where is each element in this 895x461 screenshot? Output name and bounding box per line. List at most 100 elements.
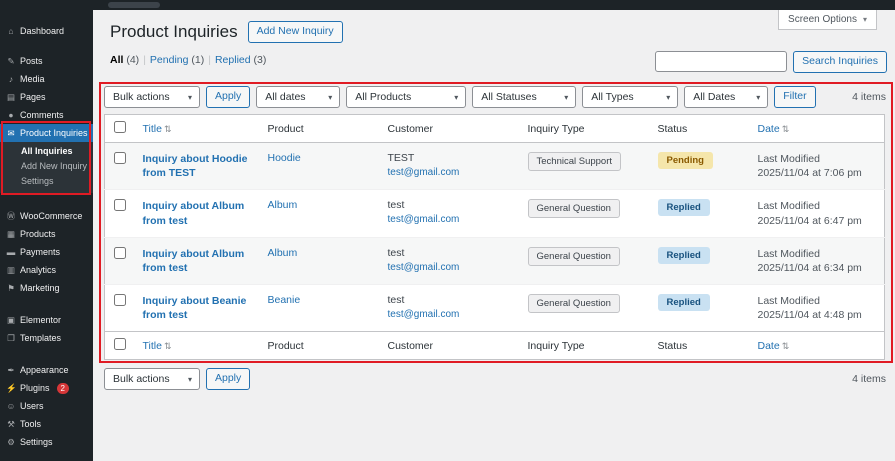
- sidebar-item-payments[interactable]: ▬ Payments: [0, 243, 93, 261]
- search-inquiries-button[interactable]: Search Inquiries: [793, 51, 887, 73]
- customer-name: test: [387, 246, 405, 259]
- sidebar-item-settings[interactable]: ⚙ Settings: [0, 433, 93, 451]
- apply-button-bottom[interactable]: Apply: [206, 368, 251, 390]
- payments-icon: ▬: [6, 247, 16, 257]
- sidebar-item-media[interactable]: ♪ Media: [0, 70, 93, 88]
- chevron-down-icon: ▾: [756, 92, 761, 102]
- row-checkbox[interactable]: [114, 294, 126, 307]
- marketing-icon: ⚑: [7, 282, 15, 293]
- status-badge: Replied: [657, 199, 710, 217]
- all-dates-2-select[interactable]: All Dates ▾: [684, 86, 769, 108]
- product-link[interactable]: Hoodie: [268, 152, 301, 164]
- sidebar-item-label: Marketing: [20, 283, 60, 293]
- product-link[interactable]: Album: [268, 247, 298, 259]
- sidebar-item-label: Plugins: [20, 383, 50, 393]
- bulk-actions-select-bottom[interactable]: Bulk actions ▾: [104, 368, 200, 390]
- inquiry-title-link[interactable]: Inquiry about Album from test: [143, 199, 252, 227]
- inquiry-title-link[interactable]: Inquiry about Beanie from test: [143, 294, 252, 322]
- dashboard-icon: ⌂: [8, 26, 14, 36]
- row-checkbox[interactable]: [114, 199, 126, 212]
- filter-button[interactable]: Filter: [774, 86, 816, 108]
- all-dates-select[interactable]: All dates ▾: [256, 86, 341, 108]
- product-link[interactable]: Album: [268, 199, 298, 211]
- search-input[interactable]: [655, 51, 788, 73]
- analytics-icon: ▥: [6, 264, 16, 275]
- sidebar-item-posts[interactable]: ✎ Posts: [0, 52, 93, 70]
- woocommerce-icon: Ⓦ: [6, 211, 16, 221]
- date-modified-label: Last Modified: [757, 153, 820, 165]
- sidebar-item-woocommerce[interactable]: Ⓦ WooCommerce: [0, 207, 93, 225]
- apply-button[interactable]: Apply: [206, 86, 251, 108]
- sidebar-item-analytics[interactable]: ▥ Analytics: [0, 261, 93, 279]
- column-header-title[interactable]: Title ⇅: [134, 114, 260, 143]
- sidebar-item-pages[interactable]: ▤ Pages: [0, 88, 93, 106]
- all-products-select[interactable]: All Products ▾: [346, 86, 467, 108]
- users-icon: ☺: [6, 401, 16, 411]
- customer-email-link[interactable]: test@gmail.com: [388, 262, 460, 273]
- sidebar-item-label: Product Inquiries: [20, 128, 88, 138]
- sidebar-item-label: Posts: [20, 56, 43, 66]
- table-footer-row: Title ⇅ Product Customer Inquiry Type Sta…: [104, 331, 885, 360]
- column-header-inquiry-type: Inquiry Type: [519, 114, 650, 143]
- customer-email-link[interactable]: test@gmail.com: [388, 214, 460, 225]
- sidebar-item-templates[interactable]: ❐ Templates: [0, 329, 93, 347]
- sidebar-item-marketing[interactable]: ⚑ Marketing: [0, 279, 93, 297]
- media-icon: ♪: [8, 74, 14, 84]
- view-count: (3): [253, 54, 267, 66]
- select-value: Bulk actions: [113, 91, 170, 103]
- sidebar-item-products[interactable]: ▦ Products: [0, 225, 93, 243]
- all-statuses-select[interactable]: All Statuses ▾: [472, 86, 577, 108]
- sidebar-item-comments[interactable]: ● Comments: [0, 106, 93, 124]
- admin-bar: [0, 0, 895, 10]
- sidebar-item-dashboard[interactable]: ⌂ Dashboard: [0, 22, 93, 40]
- sidebar-item-tools[interactable]: ⚒ Tools: [0, 415, 93, 433]
- all-types-select[interactable]: All Types ▾: [582, 86, 679, 108]
- inquiry-title-link[interactable]: Inquiry about Hoodie from TEST: [143, 152, 252, 180]
- inquiry-title-link[interactable]: Inquiry about Album from test: [143, 247, 252, 275]
- row-checkbox[interactable]: [114, 152, 126, 164]
- product-link[interactable]: Beanie: [268, 294, 301, 306]
- submenu-item-settings[interactable]: Settings: [0, 174, 93, 189]
- status-badge: Replied: [657, 294, 710, 312]
- view-count: (4): [126, 54, 140, 66]
- screen-options-label: Screen Options: [788, 14, 857, 25]
- main-content: Screen Options ▾ Product Inquiries Add N…: [93, 10, 895, 461]
- table-toolbar-bottom: Bulk actions ▾ Apply 4 items: [104, 368, 886, 390]
- chevron-down-icon: ▾: [187, 92, 192, 102]
- column-header-date[interactable]: Date ⇅: [749, 114, 885, 143]
- sidebar-item-appearance[interactable]: ✒ Appearance: [0, 361, 93, 379]
- sidebar-item-users[interactable]: ☺ Users: [0, 397, 93, 415]
- sidebar-item-label: Dashboard: [20, 26, 65, 36]
- chevron-down-icon: ▾: [187, 374, 192, 384]
- chevron-down-icon: ▾: [564, 92, 569, 102]
- sidebar-item-product-inquiries[interactable]: ✉ Product Inquiries: [0, 124, 93, 142]
- customer-email-link[interactable]: test@gmail.com: [388, 167, 460, 178]
- view-pending[interactable]: Pending (1): [150, 54, 204, 66]
- select-value: All Dates: [693, 91, 736, 103]
- submenu-item-all-inquiries[interactable]: All Inquiries: [0, 144, 93, 159]
- sidebar-item-elementor[interactable]: ▣ Elementor: [0, 311, 93, 329]
- customer-email-link[interactable]: test@gmail.com: [388, 309, 460, 320]
- templates-icon: ❐: [7, 332, 15, 343]
- date-modified-label: Last Modified: [757, 247, 820, 260]
- customer-name: test: [387, 294, 405, 307]
- view-replied[interactable]: Replied (3): [215, 54, 266, 66]
- add-new-inquiry-button[interactable]: Add New Inquiry: [247, 21, 343, 43]
- row-checkbox[interactable]: [114, 246, 126, 259]
- column-footer-title[interactable]: Title ⇅: [134, 331, 260, 360]
- select-all-checkbox[interactable]: [114, 121, 126, 133]
- adminbar-site-menu[interactable]: [108, 2, 160, 8]
- select-all-checkbox[interactable]: [114, 338, 126, 351]
- column-footer-date[interactable]: Date ⇅: [749, 331, 885, 360]
- products-icon: ▦: [6, 228, 16, 239]
- sidebar-item-plugins[interactable]: ⚡ Plugins 2: [0, 379, 93, 397]
- submenu-item-add-new-inquiry[interactable]: Add New Inquiry: [0, 159, 93, 174]
- view-all[interactable]: All (4): [110, 54, 139, 66]
- sidebar-item-label: Products: [20, 229, 56, 239]
- chevron-down-icon: ▾: [666, 92, 671, 102]
- items-count: 4 items: [852, 373, 886, 385]
- date-value: 2025/11/04 at 6:34 pm: [757, 261, 862, 274]
- screen-options-button[interactable]: Screen Options ▾: [778, 10, 877, 30]
- table-row: Inquiry about Album from test Album test…: [104, 189, 885, 238]
- bulk-actions-select[interactable]: Bulk actions ▾: [104, 86, 200, 108]
